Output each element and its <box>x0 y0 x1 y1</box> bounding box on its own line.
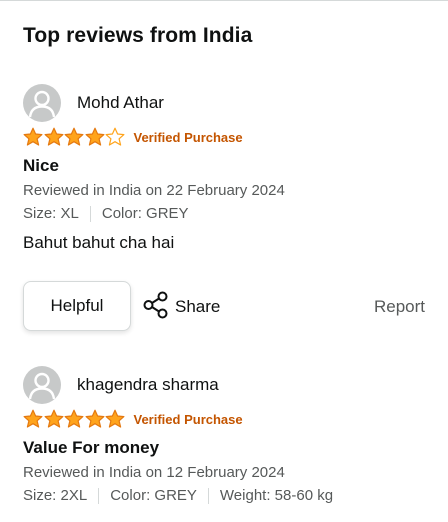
attribute-weight: Weight: 58-60 kg <box>219 487 334 504</box>
review-title: Value For money <box>23 438 160 457</box>
review-attributes: Size: 2XL Color: GREY Weight: 58-60 kg <box>23 487 433 504</box>
reviewer-name: Mohd Athar <box>77 93 164 112</box>
attribute-separator <box>89 205 91 222</box>
review-date: Reviewed in India on 12 February 2024 <box>23 464 285 481</box>
section-title: Top reviews from India <box>23 24 253 47</box>
attribute-size: Size: 2XL <box>23 487 88 504</box>
rating-row: Verified Purchase <box>23 126 433 148</box>
share-button[interactable]: Share <box>143 291 221 324</box>
attribute-separator <box>207 487 209 504</box>
attribute-separator <box>98 487 100 504</box>
top-divider <box>0 0 448 1</box>
star-filled-icon <box>64 127 84 146</box>
star-filled-icon <box>85 409 104 428</box>
reviewer-name: khagendra sharma <box>77 375 219 394</box>
helpful-button[interactable]: Helpful <box>23 281 131 331</box>
star-filled-icon <box>85 127 104 146</box>
verified-purchase-badge[interactable]: Verified Purchase <box>134 412 243 427</box>
review-body: Bahut bahut cha hai <box>23 233 175 252</box>
avatar-icon <box>23 84 61 122</box>
star-filled-icon <box>23 127 43 146</box>
star-filled-icon <box>64 409 84 428</box>
star-filled-icon <box>44 127 63 146</box>
reviewer-profile[interactable]: khagendra sharma <box>23 366 433 404</box>
star-filled-icon <box>105 409 125 428</box>
rating-row: Verified Purchase <box>23 408 433 430</box>
review-card: Mohd Athar Verified Purchase Nice Review… <box>23 84 433 253</box>
attribute-color: Color: GREY <box>101 205 189 222</box>
attribute-color: Color: GREY <box>110 487 197 504</box>
verified-purchase-badge[interactable]: Verified Purchase <box>134 130 243 145</box>
star-rating[interactable] <box>23 127 126 147</box>
review-attributes: Size: XL Color: GREY <box>23 205 433 222</box>
star-filled-icon <box>23 409 43 428</box>
star-rating[interactable] <box>23 409 126 429</box>
star-filled-icon <box>44 409 63 428</box>
attribute-size: Size: XL <box>23 205 79 222</box>
review-date: Reviewed in India on 22 February 2024 <box>23 182 285 199</box>
review-title: Nice <box>23 156 59 175</box>
star-empty-icon <box>105 127 125 146</box>
reviewer-profile[interactable]: Mohd Athar <box>23 84 433 122</box>
review-actions: Helpful Share Report <box>23 281 425 333</box>
share-label: Share <box>175 297 221 316</box>
report-link[interactable]: Report <box>374 297 425 317</box>
review-card: khagendra sharma Verified Purchase Value… <box>23 366 433 504</box>
avatar-icon <box>23 366 61 404</box>
share-icon <box>143 291 169 324</box>
